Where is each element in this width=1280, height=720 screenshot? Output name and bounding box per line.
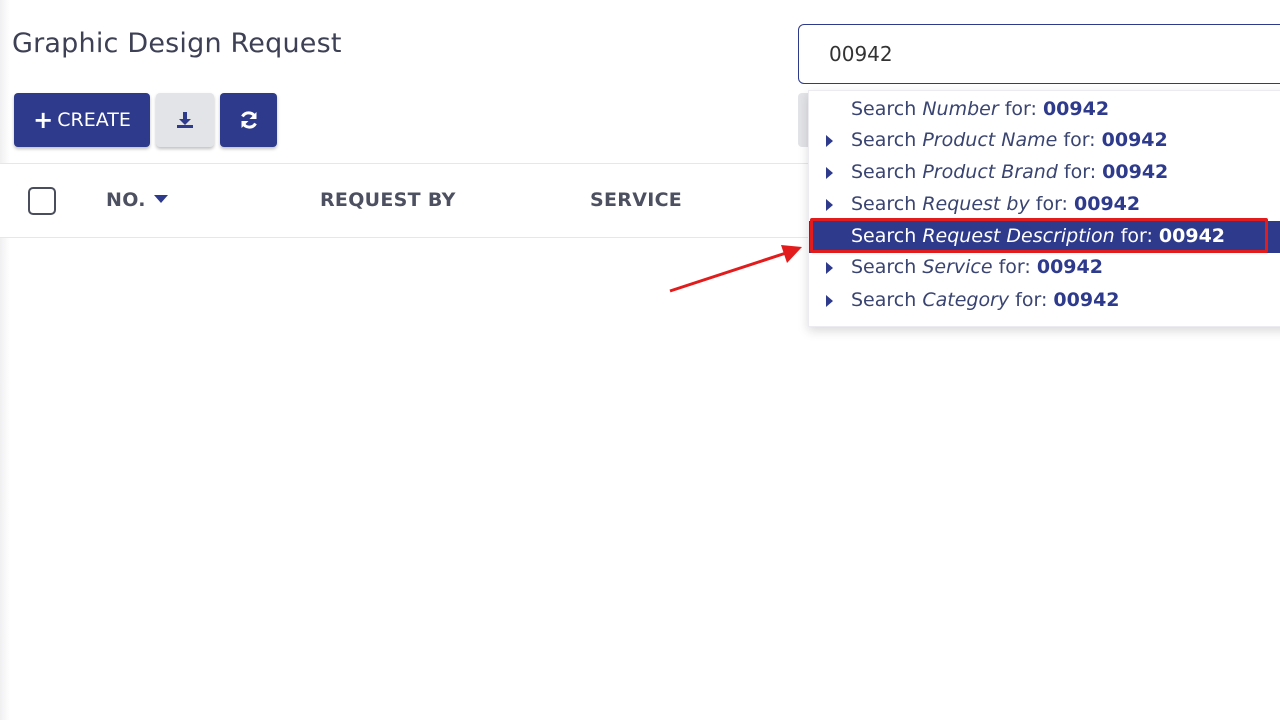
expand-caret-icon[interactable] (826, 295, 833, 307)
plus-icon: + (33, 106, 54, 134)
create-button[interactable]: + CREATE (14, 93, 150, 147)
expand-caret-icon[interactable] (826, 135, 833, 147)
expand-caret-icon[interactable] (826, 199, 833, 211)
suggestion-product-name[interactable]: Search Product Name for: 00942 (809, 125, 1280, 157)
expand-caret-icon[interactable] (826, 167, 833, 179)
download-button[interactable] (156, 93, 214, 147)
create-button-label: CREATE (57, 109, 131, 131)
suggestion-product-brand[interactable]: Search Product Brand for: 00942 (809, 157, 1280, 189)
suggestion-request-by[interactable]: Search Request by for: 00942 (809, 189, 1280, 221)
search-input[interactable] (798, 24, 1280, 84)
column-header-request-by[interactable]: REQUEST BY (320, 189, 456, 211)
select-all-checkbox[interactable] (28, 187, 56, 215)
suggestion-number[interactable]: Search Number for: 00942 (809, 94, 1280, 126)
expand-caret-icon[interactable] (826, 262, 833, 274)
column-header-no[interactable]: NO. (106, 189, 168, 211)
sort-descending-icon (153, 194, 168, 203)
refresh-button[interactable] (220, 93, 277, 147)
suggestion-service[interactable]: Search Service for: 00942 (809, 252, 1280, 284)
search-suggestions-dropdown: Search Number for: 00942 Search Product … (808, 90, 1280, 327)
suggestion-category[interactable]: Search Category for: 00942 (809, 285, 1280, 317)
left-edge-shadow (0, 0, 10, 720)
column-header-service[interactable]: SERVICE (590, 189, 682, 211)
column-header-no-label: NO. (106, 189, 146, 211)
suggestion-request-description[interactable]: Search Request Description for: 00942 (809, 221, 1280, 253)
refresh-icon (240, 111, 257, 129)
annotation-arrow-icon (669, 245, 802, 293)
download-icon (177, 112, 193, 128)
page-title: Graphic Design Request (12, 28, 342, 59)
